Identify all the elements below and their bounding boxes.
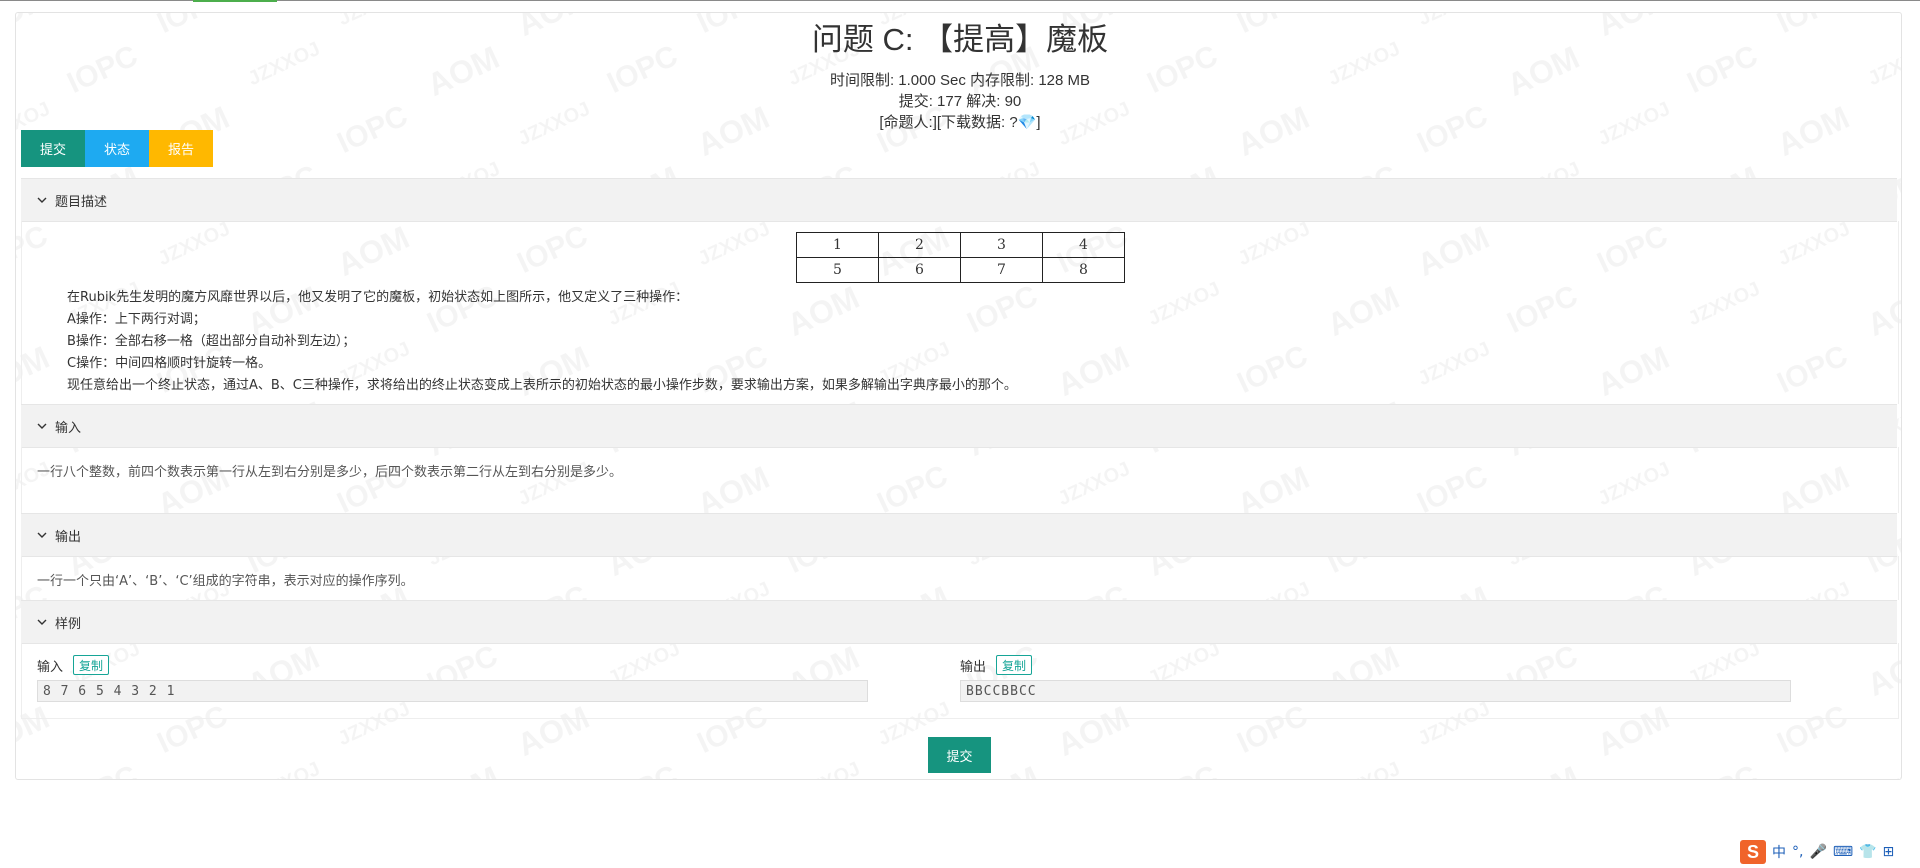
sample-output-box[interactable]: BBCCBBCC (960, 680, 1791, 702)
board-cell: 8 (1042, 257, 1125, 283)
ime-microphone-icon[interactable]: 🎤 (1809, 842, 1826, 862)
board-cell: 2 (878, 232, 961, 258)
sample-input-box[interactable]: 8 7 6 5 4 3 2 1 (37, 680, 868, 702)
magic-board-table: 1 2 3 4 5 6 7 8 (796, 232, 1125, 283)
watermark-text: JZXXOJ (785, 758, 864, 779)
description-line: A操作：上下两行对调； (67, 312, 206, 327)
stats-text: 提交: 177 解决: 90 (898, 93, 1022, 110)
watermark-text: IOPC (1682, 759, 1763, 779)
author-download-line[interactable]: [命题人:][下载数据: ?💎] (0, 111, 1920, 132)
board-cell: 6 (878, 257, 961, 283)
sogou-logo-icon[interactable]: S (1740, 840, 1766, 864)
board-cell: 3 (960, 232, 1043, 258)
sample-output-label: 输出 (960, 660, 987, 675)
description-heading: 题目描述 (55, 194, 108, 210)
watermark-text: JZXXOJ (1325, 758, 1404, 779)
active-tab-indicator (193, 0, 277, 2)
limits-text: 时间限制: 1.000 Sec 内存限制: 128 MB (829, 72, 1091, 89)
chevron-down-icon (37, 619, 47, 625)
copy-input-button[interactable]: 复制 (73, 655, 109, 675)
problem-title: 问题 C: 【提高】魔板 (811, 22, 1109, 57)
input-description: 一行八个整数，前四个数表示第一行从左到右分别是多少，后四个数表示第二行从左到右分… (37, 465, 623, 480)
submit-button[interactable]: 提交 (21, 130, 85, 167)
board-cell: 4 (1042, 232, 1125, 258)
chevron-down-icon (37, 197, 47, 203)
input-body (21, 447, 1899, 513)
watermark-text: JZXXOJ (1865, 758, 1901, 779)
table-row: 1 2 3 4 (796, 232, 1125, 258)
sample-input-label: 输入 (37, 660, 64, 675)
watermark-text: AOM (1502, 759, 1585, 779)
description-header[interactable]: 题目描述 (21, 178, 1897, 222)
chevron-down-icon (37, 423, 47, 429)
output-header[interactable]: 输出 (21, 513, 1897, 557)
description-line: 在Rubik先生发明的魔方风靡世界以后，他又发明了它的魔板，初始状态如上图所示，… (67, 290, 689, 305)
bottom-submit-button[interactable]: 提交 (928, 737, 991, 773)
board-cell: 5 (796, 257, 879, 283)
output-heading: 输出 (55, 529, 82, 545)
copy-output-button[interactable]: 复制 (996, 655, 1032, 675)
description-line: C操作：中间四格顺时针旋转一格。 (67, 356, 272, 371)
sample-heading: 样例 (55, 616, 82, 632)
description-line: B操作：全部右移一格（超出部分自动补到左边）； (67, 334, 356, 349)
top-border-line (0, 0, 1920, 1)
watermark-text: IOPC (602, 759, 683, 779)
watermark-text: AOM (422, 759, 505, 779)
board-cell: 7 (960, 257, 1043, 283)
input-heading: 输入 (55, 420, 82, 436)
watermark-text: IOPC (62, 759, 143, 779)
ime-skin-icon[interactable]: 👕 (1859, 842, 1876, 862)
input-header[interactable]: 输入 (21, 404, 1897, 448)
sample-header[interactable]: 样例 (21, 600, 1897, 644)
chevron-down-icon (37, 532, 47, 538)
ime-grid-icon[interactable]: ⊞ (1883, 842, 1895, 862)
board-cell: 1 (796, 232, 879, 258)
status-button[interactable]: 状态 (85, 130, 149, 167)
ime-keyboard-icon[interactable]: ⌨ (1833, 842, 1853, 862)
watermark-text: IOPC (1142, 759, 1223, 779)
ime-language-toggle[interactable]: 中 (1772, 842, 1786, 862)
output-description: 一行一个只由‘A’、‘B’、‘C’组成的字符串，表示对应的操作序列。 (37, 574, 414, 589)
table-row: 5 6 7 8 (796, 257, 1125, 283)
watermark-text: JZXXOJ (245, 758, 324, 779)
ime-toolbar: S 中 °, 🎤 ⌨ 👕 ⊞ (1740, 840, 1894, 864)
ime-punctuation-icon[interactable]: °, (1792, 842, 1803, 862)
description-line: 现任意给出一个终止状态，通过A、B、C三种操作，求将给出的终止状态变成上表所示的… (67, 378, 1017, 393)
report-button[interactable]: 报告 (149, 130, 213, 167)
